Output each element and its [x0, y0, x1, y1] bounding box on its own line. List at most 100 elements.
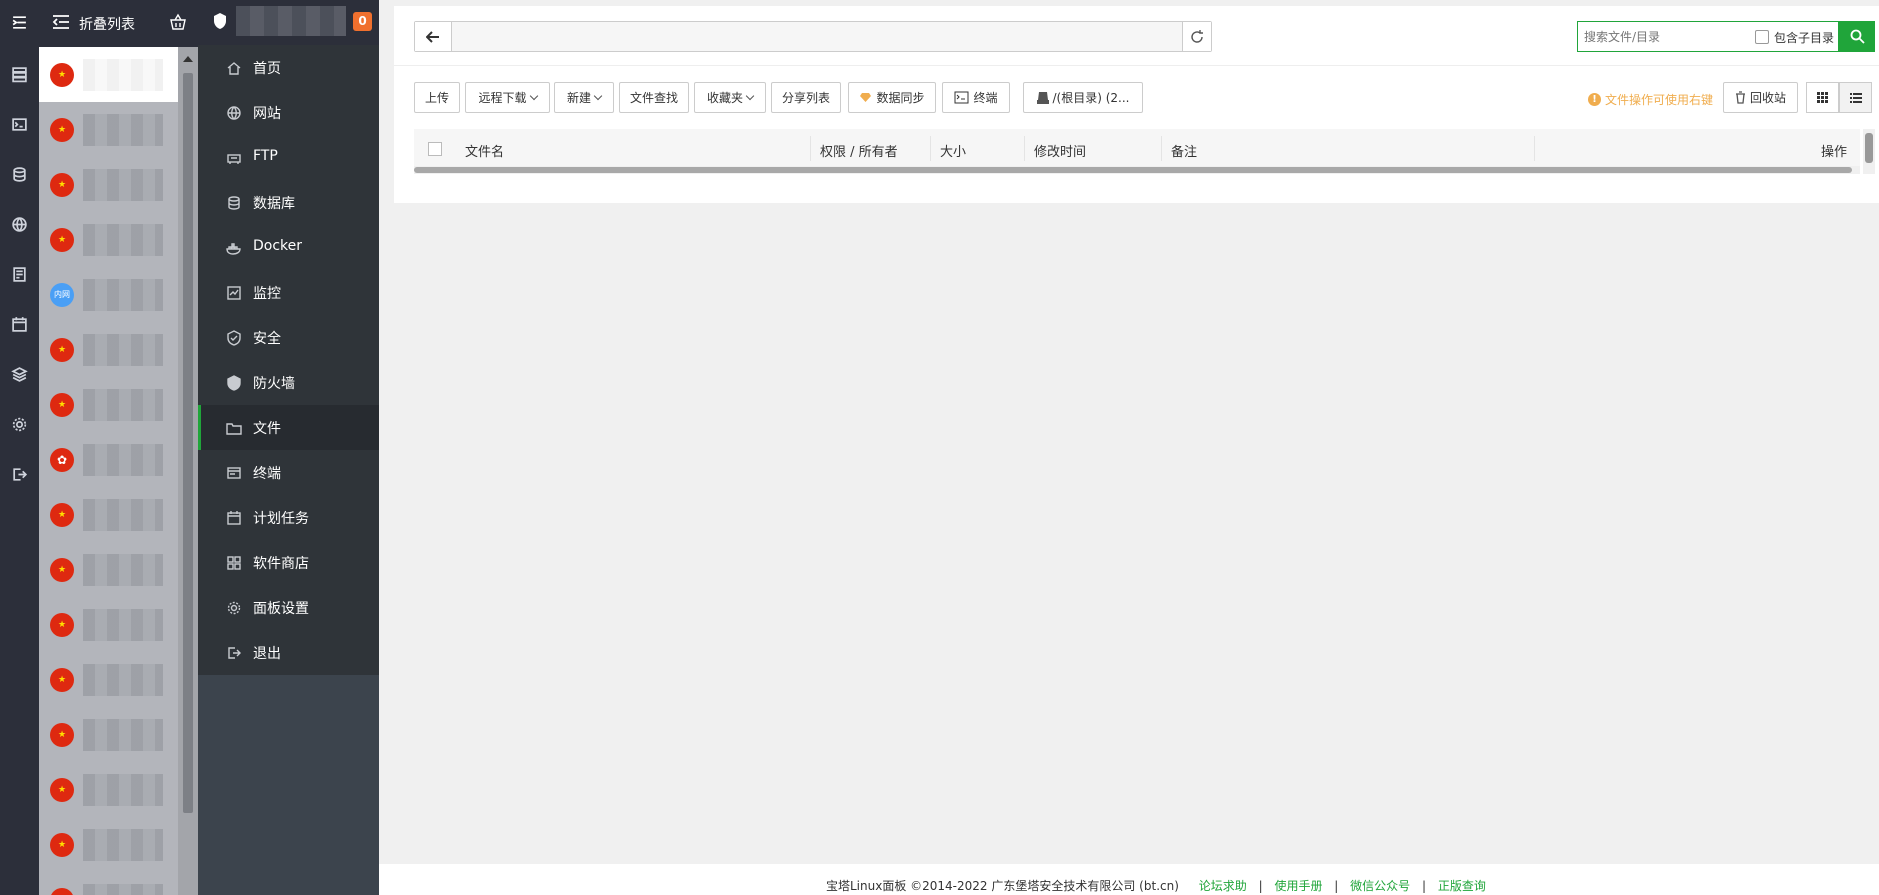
list-icon: [1849, 92, 1862, 103]
footer-link-license[interactable]: 正版查询: [1438, 879, 1486, 893]
terminal-button[interactable]: 终端: [942, 82, 1010, 113]
database-icon[interactable]: [7, 162, 32, 187]
footer-separator: |: [1258, 879, 1263, 893]
server-list-item[interactable]: ★: [39, 157, 178, 212]
server-name-masked: [83, 664, 163, 696]
server-list-item[interactable]: ★: [39, 542, 178, 597]
scroll-up-arrow[interactable]: [183, 56, 193, 62]
scroll-thumb[interactable]: [183, 73, 193, 813]
column-filename[interactable]: 文件名: [465, 141, 504, 160]
share-list-button[interactable]: 分享列表: [771, 82, 841, 113]
table-vertical-scrollbar[interactable]: [1863, 129, 1875, 174]
search-input[interactable]: [1584, 27, 1744, 46]
server-list-item[interactable]: ★: [39, 817, 178, 872]
fold-list-icon[interactable]: [52, 14, 70, 34]
nav-item-5[interactable]: 监控: [198, 270, 379, 315]
select-all-checkbox[interactable]: [428, 142, 442, 156]
nav-item-4[interactable]: Docker: [198, 225, 379, 270]
gear-icon: [226, 600, 242, 616]
nav-sidebar: 0 首页 网站 FTP 数据库 Docker 监控安全 防火墙 文件 终端计划任务软件商店 面板设…: [198, 0, 379, 895]
server-list-scrollbar[interactable]: [178, 47, 198, 895]
upload-button[interactable]: 上传: [414, 82, 460, 113]
scroll-thumb[interactable]: [1865, 133, 1873, 163]
favorites-label: 收藏夹: [706, 91, 743, 105]
docker-icon: [226, 240, 242, 256]
column-size[interactable]: 大小: [940, 141, 966, 160]
nav-item-2[interactable]: FTP: [198, 135, 379, 180]
server-list-item[interactable]: ★: [39, 762, 178, 817]
server-list-item[interactable]: ✿: [39, 432, 178, 487]
server-list-icon[interactable]: [7, 62, 32, 87]
server-list-item[interactable]: ★: [39, 597, 178, 652]
path-bar[interactable]: [414, 21, 1212, 52]
remote-download-button[interactable]: 远程下载: [465, 82, 550, 113]
nav-item-3[interactable]: 数据库: [198, 180, 379, 225]
nav-item-label: 退出: [253, 646, 281, 662]
arrow-left-icon: [426, 30, 439, 43]
nav-item-6[interactable]: 安全: [198, 315, 379, 360]
list-view-button[interactable]: [1839, 82, 1872, 113]
column-divider: [1161, 136, 1162, 161]
server-list-item[interactable]: ★: [39, 47, 178, 102]
logout-icon[interactable]: [7, 462, 32, 487]
basket-icon[interactable]: [169, 13, 187, 35]
globe-icon[interactable]: [7, 212, 32, 237]
terminal-icon[interactable]: [7, 112, 32, 137]
nav-item-9[interactable]: 终端: [198, 450, 379, 495]
scroll-thumb[interactable]: [414, 167, 1852, 173]
search-button[interactable]: [1839, 21, 1875, 52]
nav-item-label: 监控: [253, 286, 281, 302]
server-list-item[interactable]: ★: [39, 707, 178, 762]
nav-item-10[interactable]: 计划任务: [198, 495, 379, 540]
footer-link-forum[interactable]: 论坛求助: [1199, 879, 1247, 893]
layers-icon[interactable]: [7, 362, 32, 387]
nav-item-12[interactable]: 面板设置: [198, 585, 379, 630]
include-subdir-checkbox[interactable]: [1755, 30, 1769, 44]
nav-item-13[interactable]: 退出: [198, 630, 379, 675]
cn-flag-icon: ★: [50, 118, 74, 142]
database-icon: [226, 195, 242, 211]
server-list-item[interactable]: ★: [39, 872, 178, 895]
favorites-button[interactable]: 收藏夹: [694, 82, 766, 113]
server-list-item[interactable]: ★: [39, 487, 178, 542]
back-button[interactable]: [415, 22, 452, 51]
nav-item-7[interactable]: 防火墙: [198, 360, 379, 405]
file-table-header: 文件名 权限 / 所有者 大小 修改时间 备注 操作: [414, 129, 1860, 168]
server-list-item[interactable]: 内网: [39, 267, 178, 322]
footer-link-wechat[interactable]: 微信公众号: [1350, 879, 1410, 893]
new-button[interactable]: 新建: [554, 82, 614, 113]
grid-view-button[interactable]: [1806, 82, 1839, 113]
column-mtime[interactable]: 修改时间: [1034, 141, 1086, 160]
nav-item-11[interactable]: 软件商店: [198, 540, 379, 585]
logout-icon: [226, 645, 242, 661]
fold-list-label[interactable]: 折叠列表: [79, 14, 135, 34]
server-list-item[interactable]: ★: [39, 652, 178, 707]
include-subdir-label[interactable]: 包含子目录: [1774, 29, 1834, 46]
refresh-button[interactable]: [1182, 22, 1211, 51]
remote-download-label: 远程下载: [478, 91, 527, 105]
message-badge[interactable]: 0: [353, 12, 372, 31]
nav-item-8[interactable]: 文件: [198, 405, 379, 450]
server-list-item[interactable]: ★: [39, 102, 178, 157]
server-name-masked: [83, 719, 163, 751]
calendar-icon[interactable]: [7, 312, 32, 337]
server-list-item[interactable]: ★: [39, 322, 178, 377]
disk-selector-button[interactable]: /(根目录) (2...: [1023, 82, 1143, 113]
nav-item-0[interactable]: 首页: [198, 45, 379, 90]
footer-link-manual[interactable]: 使用手册: [1274, 879, 1322, 893]
column-perm-owner[interactable]: 权限 / 所有者: [820, 141, 898, 160]
file-search-button[interactable]: 文件查找: [619, 82, 689, 113]
document-icon[interactable]: [7, 262, 32, 287]
table-horizontal-scrollbar[interactable]: [414, 166, 1860, 174]
gear-icon[interactable]: [7, 412, 32, 437]
nav-item-1[interactable]: 网站: [198, 90, 379, 135]
nav-item-label: 计划任务: [253, 511, 309, 527]
data-sync-button[interactable]: 数据同步: [848, 82, 936, 113]
server-list-item[interactable]: ★: [39, 377, 178, 432]
ftp-icon: [226, 150, 242, 166]
footer-separator: |: [1422, 879, 1427, 893]
collapse-menu-icon[interactable]: [7, 10, 32, 35]
column-divider: [810, 136, 811, 161]
server-list-item[interactable]: ★: [39, 212, 178, 267]
recycle-bin-button[interactable]: 回收站: [1723, 82, 1798, 113]
